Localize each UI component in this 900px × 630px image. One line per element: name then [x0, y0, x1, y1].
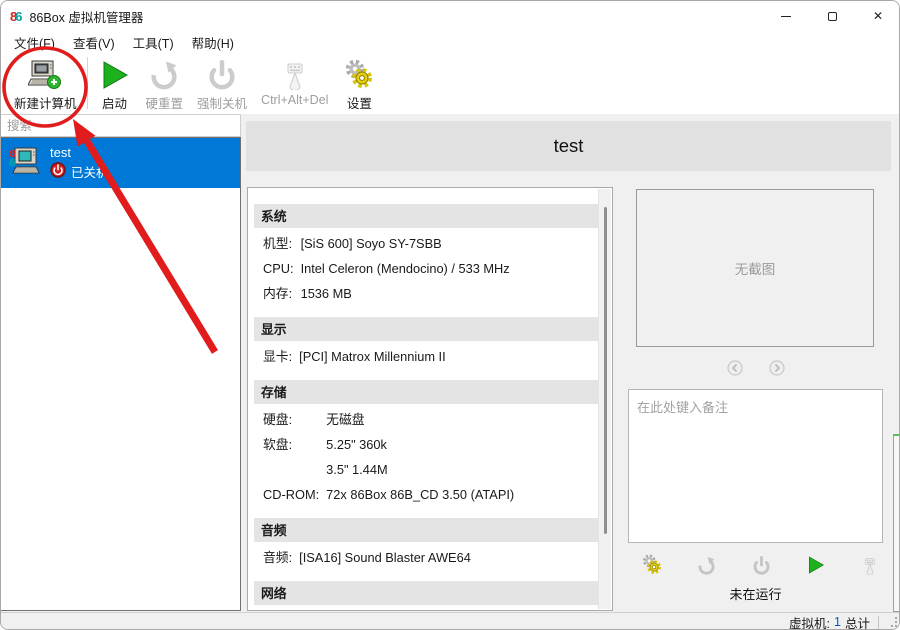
row-label: 显卡: [263, 344, 292, 369]
row-label: 机型: [263, 231, 294, 256]
statusbar-count: 1 [834, 615, 841, 629]
row-label [263, 457, 319, 482]
vm-start-button[interactable] [805, 554, 827, 576]
force-shutdown-button[interactable]: 强制关机 [190, 55, 254, 114]
start-button[interactable]: 启动 [91, 55, 139, 114]
screenshot-box: 无截图 [636, 189, 874, 347]
details-scrollbar[interactable] [598, 189, 611, 609]
titlebar: 86 86Box 虚拟机管理器 ✕ [1, 1, 900, 31]
hard-reset-button[interactable]: 硬重置 [139, 55, 191, 114]
minimize-icon [781, 16, 791, 17]
menu-help[interactable]: 帮助(H) [183, 31, 243, 54]
row-label: CD-ROM: [263, 482, 319, 507]
power-icon [207, 58, 237, 92]
toolbar: 新建计算机 启动 硬重置 强制关 [1, 53, 900, 114]
menu-tools[interactable]: 工具(T) [124, 31, 183, 54]
vm-settings-button[interactable] [641, 554, 663, 576]
row-value: [PCI] Realtek RTL8139C+ (SLiRP) [299, 608, 598, 611]
vm-action-row [641, 554, 881, 576]
vm-status-text: 已关机 [71, 162, 109, 181]
vm-list: 8 6 test 已关机 [1, 137, 241, 611]
hard-reset-label: 硬重置 [146, 93, 184, 112]
new-machine-icon [28, 58, 62, 92]
section-header-network: 网络 [254, 581, 598, 605]
statusbar-label: 虚拟机: [789, 613, 830, 630]
menu-view[interactable]: 查看(V) [64, 31, 124, 54]
app-window: 86 86Box 虚拟机管理器 ✕ 文件(F) 查看(V) 工具(T) 帮助(H… [0, 0, 900, 630]
right-edge-scrollbar[interactable] [893, 434, 900, 612]
vm-run-state: 未在运行 [628, 584, 883, 603]
section-header-display: 显示 [254, 317, 598, 341]
row-value: 5.25" 360k [326, 432, 598, 457]
row-value: Intel Celeron (Mendocino) / 533 MHz [301, 256, 598, 281]
search-input[interactable] [1, 114, 241, 137]
reset-icon [149, 58, 179, 92]
start-label: 启动 [102, 93, 127, 112]
settings-button[interactable]: 设置 [335, 55, 383, 114]
row-value: [PCI] Matrox Millennium II [299, 344, 598, 369]
keyboard-icon [279, 58, 311, 92]
maximize-button[interactable] [809, 1, 855, 31]
window-title: 86Box 虚拟机管理器 [29, 7, 143, 26]
statusbar: 虚拟机: 1 总计 [1, 612, 900, 630]
section-rows-system: 机型: [SiS 600] Soyo SY-7SBB CPU: Intel Cele… [254, 231, 598, 306]
ctrl-alt-del-button[interactable]: Ctrl+Alt+Del [254, 55, 335, 109]
menu-file[interactable]: 文件(F) [5, 31, 64, 54]
row-label: 内存: [263, 281, 294, 306]
vm-hard-reset-button[interactable] [696, 554, 718, 576]
screenshot-nav [628, 357, 883, 379]
row-value: 1536 MB [301, 281, 598, 306]
notes-textarea[interactable] [628, 389, 883, 543]
section-header-audio: 音频 [254, 518, 598, 542]
resize-grip[interactable] [885, 615, 899, 629]
svg-text:6: 6 [9, 158, 16, 169]
section-rows-storage: 硬盘: 无磁盘 软盘: 5.25" 360k 3.5" 1.44M CD-ROM: 7… [254, 407, 598, 507]
details-scrollbar-thumb[interactable] [604, 207, 607, 534]
gears-icon [343, 58, 375, 92]
row-label: 软盘: [263, 432, 319, 457]
maximize-icon [828, 12, 837, 21]
ctrl-alt-del-label: Ctrl+Alt+Del [261, 93, 328, 107]
row-label: 网卡: [263, 608, 292, 611]
close-button[interactable]: ✕ [855, 1, 900, 31]
section-header-storage: 存储 [254, 380, 598, 404]
vm-computer-icon: 8 6 [9, 145, 43, 182]
force-shutdown-label: 强制关机 [197, 93, 247, 112]
statusbar-suffix: 总计 [845, 613, 870, 630]
new-machine-label: 新建计算机 [14, 93, 77, 112]
row-label: 音频: [263, 545, 292, 570]
vm-force-shutdown-button[interactable] [750, 554, 772, 576]
row-value: 无磁盘 [326, 407, 598, 432]
section-rows-network: 网卡: [PCI] Realtek RTL8139C+ (SLiRP) [254, 608, 598, 611]
power-off-badge-icon [50, 162, 66, 181]
play-icon [100, 58, 130, 92]
row-value: 3.5" 1.44M [326, 457, 598, 482]
section-header-system: 系统 [254, 204, 598, 228]
row-value: [SiS 600] Soyo SY-7SBB [301, 231, 598, 256]
statusbar-separator [878, 616, 879, 629]
next-screenshot-button[interactable] [766, 357, 788, 379]
toolbar-separator [87, 57, 88, 109]
vm-list-item[interactable]: 8 6 test 已关机 [1, 138, 240, 188]
section-rows-audio: 音频: [ISA16] Sound Blaster AWE64 [254, 545, 598, 570]
row-value: [ISA16] Sound Blaster AWE64 [299, 545, 598, 570]
row-value: 72x 86Box 86B_CD 3.50 (ATAPI) [326, 482, 598, 507]
vm-title-band: test [246, 121, 891, 171]
prev-screenshot-button[interactable] [724, 357, 746, 379]
details-panel: 系统 机型: [SiS 600] Soyo SY-7SBB CPU: Intel C… [247, 187, 613, 611]
vm-ctrl-alt-del-button[interactable] [859, 554, 881, 576]
section-rows-display: 显卡: [PCI] Matrox Millennium II [254, 344, 598, 369]
menubar: 文件(F) 查看(V) 工具(T) 帮助(H) [1, 31, 900, 53]
vm-name: test [50, 145, 109, 160]
app-logo-86box-icon: 86 [10, 9, 21, 24]
row-label: CPU: [263, 256, 294, 281]
settings-label: 设置 [347, 93, 372, 112]
minimize-button[interactable] [763, 1, 809, 31]
row-label: 硬盘: [263, 407, 319, 432]
new-machine-button[interactable]: 新建计算机 [7, 55, 84, 114]
